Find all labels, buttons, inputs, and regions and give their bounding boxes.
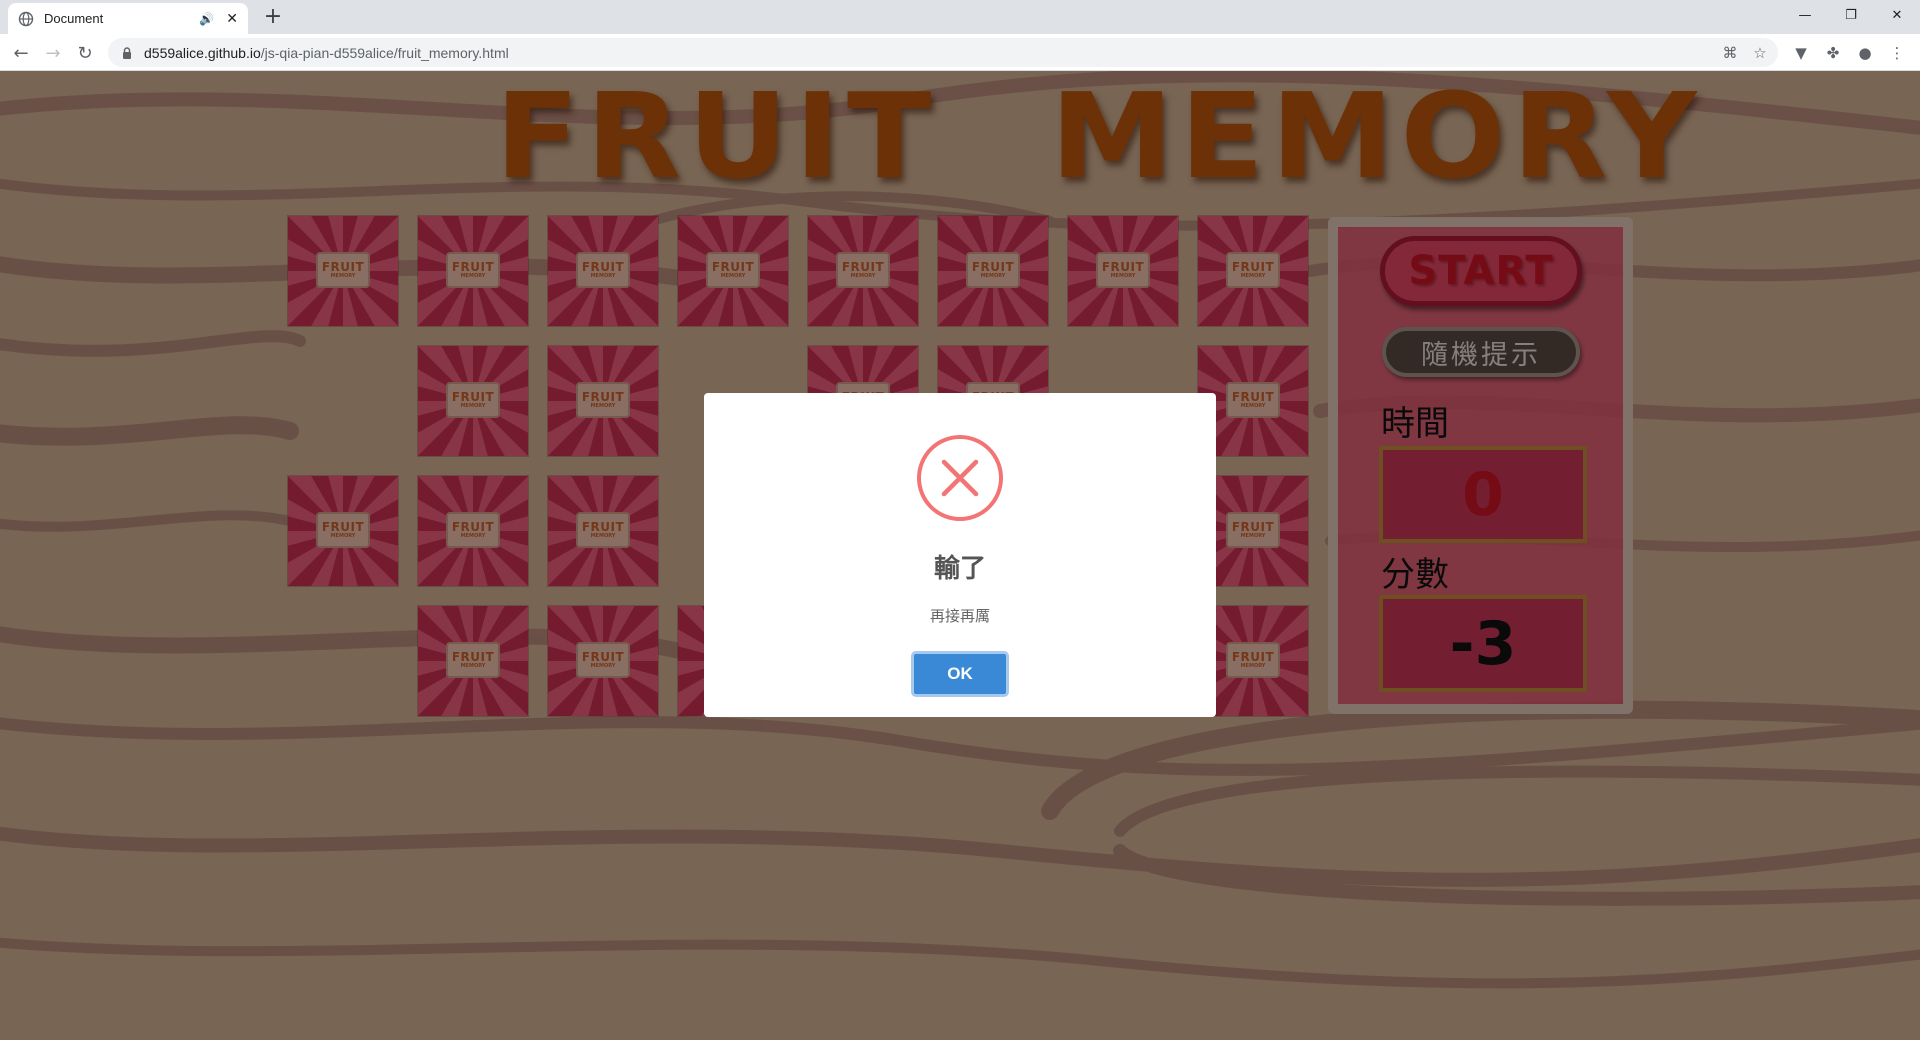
- tab-close-icon[interactable]: ✕: [226, 11, 238, 27]
- browser-tab[interactable]: Document 🔊 ✕: [8, 3, 248, 34]
- lock-icon: [123, 46, 131, 59]
- tab-title: Document: [44, 11, 104, 26]
- dialog-text: 再接再厲: [929, 607, 990, 625]
- speaker-icon[interactable]: 🔊: [199, 12, 214, 26]
- reload-icon[interactable]: ↻: [72, 40, 98, 66]
- menu-kebab-icon[interactable]: ⋮: [1886, 42, 1908, 64]
- url-path: /js-qia-pian-d559alice/fruit_memory.html: [260, 44, 509, 61]
- back-icon[interactable]: ←: [8, 40, 34, 66]
- window-close-icon[interactable]: ✕: [1874, 0, 1920, 30]
- forward-icon[interactable]: →: [40, 40, 66, 66]
- game-page: FRUIT MEMORY FRUIT MEMORY FRUIT MEMORY FRUIT…: [0, 71, 1920, 1040]
- globe-icon: [18, 11, 34, 26]
- extensions-puzzle-icon[interactable]: ✤: [1822, 42, 1844, 64]
- new-tab-icon[interactable]: +: [260, 5, 286, 31]
- browser-toolbar: ← → ↻ d559alice.github.io/js-qia-pian-d5…: [0, 34, 1920, 71]
- bookmark-star-icon[interactable]: ☆: [1748, 38, 1772, 67]
- error-x-icon: [917, 435, 1003, 521]
- dialog-title: 輸了: [933, 554, 986, 584]
- ok-button[interactable]: OK: [911, 651, 1009, 697]
- result-dialog: 輸了 再接再厲 OK: [704, 393, 1216, 717]
- url-text: d559alice.github.io/js-qia-pian-d559alic…: [144, 45, 509, 61]
- url-host: d559alice.github.io: [144, 44, 261, 61]
- address-bar[interactable]: d559alice.github.io/js-qia-pian-d559alic…: [108, 38, 1778, 67]
- translate-icon[interactable]: ⌘: [1718, 38, 1742, 67]
- browser-tabstrip: Document 🔊 ✕ + — ❐ ✕: [0, 0, 1920, 34]
- profile-avatar-icon[interactable]: ●: [1854, 42, 1876, 64]
- minimize-icon[interactable]: —: [1782, 0, 1828, 30]
- restore-icon[interactable]: ❐: [1828, 0, 1874, 30]
- extension-shield-icon[interactable]: ▼: [1790, 42, 1812, 64]
